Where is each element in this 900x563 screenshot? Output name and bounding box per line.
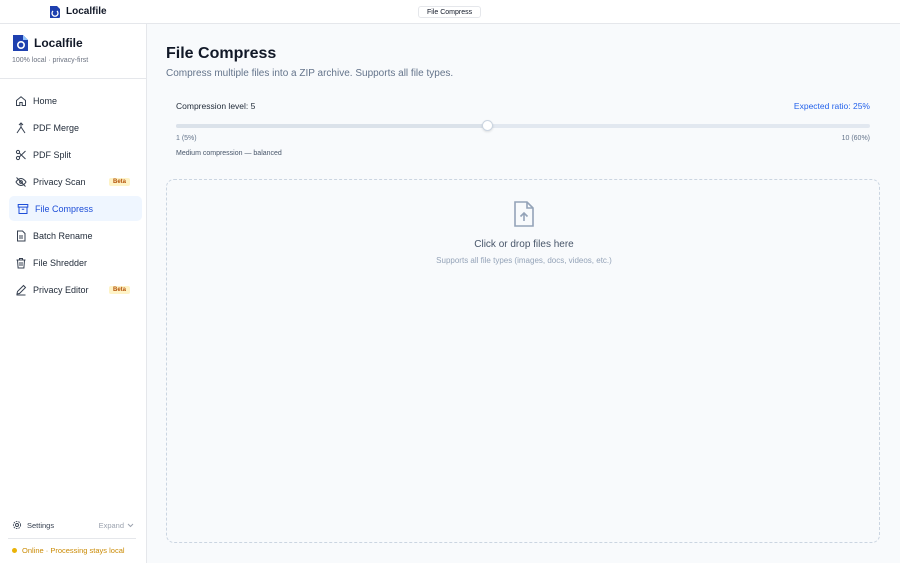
sidebar-item-label: Privacy Scan: [33, 176, 86, 187]
slider-min-label: 1 (5%): [176, 135, 197, 142]
page-title: File Compress: [166, 45, 277, 62]
expand-label: Expand: [98, 520, 124, 530]
status-dot-icon: [12, 548, 17, 553]
sidebar-item-label: Home: [33, 95, 58, 106]
beta-badge: Beta: [108, 177, 130, 186]
settings-row[interactable]: Settings Expand: [12, 520, 134, 530]
settings-label: Settings: [27, 520, 55, 530]
trash-icon: [15, 257, 27, 269]
sidebar-item-label: PDF Merge: [33, 122, 80, 133]
sidebar-item-file-shredder[interactable]: File Shredder: [9, 250, 142, 275]
title-bar: Localfile File Compress: [0, 0, 900, 24]
app-logo-icon: [50, 6, 60, 18]
file-upload-icon: [512, 200, 536, 228]
tab-file-compress[interactable]: File Compress: [418, 6, 482, 18]
scissors-icon: [15, 149, 27, 161]
beta-badge: Beta: [108, 285, 130, 294]
dropzone-title: Click or drop files here: [474, 239, 574, 250]
brand-name: Localfile: [34, 36, 83, 50]
sidebar-footer-divider: [8, 538, 136, 539]
home-icon: [15, 95, 27, 107]
brand: Localfile 100% local · privacy-first: [12, 34, 88, 64]
sidebar-item-pdf-split[interactable]: PDF Split: [9, 142, 142, 167]
expected-ratio: Expected ratio: 25%: [793, 101, 870, 111]
sidebar: Localfile 100% local · privacy-first Hom…: [0, 24, 147, 563]
sidebar-item-label: File Compress: [35, 203, 94, 214]
dropzone-subtitle: Supports all file types (images, docs, v…: [436, 256, 612, 265]
sidebar-item-home[interactable]: Home: [9, 88, 142, 113]
sidebar-item-privacy-editor[interactable]: Privacy Editor Beta: [9, 277, 142, 302]
sidebar-item-label: Batch Rename: [33, 230, 93, 241]
expand-toggle[interactable]: Expand: [99, 521, 134, 530]
compression-slider[interactable]: [176, 120, 870, 131]
compression-level-label: Compression level: 5: [176, 101, 256, 111]
sidebar-item-privacy-scan[interactable]: Privacy Scan Beta: [9, 169, 142, 194]
file-dropzone[interactable]: Click or drop files here Supports all fi…: [166, 179, 880, 543]
sidebar-item-file-compress[interactable]: File Compress: [9, 196, 142, 221]
brand-tagline: 100% local · privacy-first: [12, 57, 89, 64]
sidebar-nav: Home PDF Merge PDF Split Privacy Scan Be…: [9, 88, 142, 304]
sidebar-item-label: PDF Split: [33, 149, 72, 160]
chevron-down-icon: [127, 523, 134, 527]
sidebar-item-label: File Shredder: [33, 257, 88, 268]
compression-hint: Medium compression — balanced: [176, 150, 282, 157]
page-subtitle: Compress multiple files into a ZIP archi…: [166, 68, 454, 79]
merge-icon: [15, 121, 27, 134]
sidebar-item-pdf-merge[interactable]: PDF Merge: [9, 115, 142, 140]
status-text: Online · Processing stays local: [22, 546, 125, 555]
window-app: Localfile: [49, 5, 107, 18]
sidebar-item-label: Privacy Editor: [33, 284, 89, 295]
slider-fill: [176, 124, 485, 128]
slider-thumb[interactable]: [481, 120, 493, 131]
gear-icon: [12, 520, 22, 530]
archive-icon: [17, 203, 29, 215]
status-indicator: Online · Processing stays local: [12, 546, 125, 555]
sidebar-item-batch-rename[interactable]: Batch Rename: [9, 223, 142, 248]
eye-off-icon: [15, 176, 27, 188]
pencil-icon: [15, 284, 27, 296]
document-icon: [15, 230, 27, 242]
sidebar-divider: [0, 78, 146, 79]
slider-max-label: 10 (60%): [841, 135, 870, 142]
window-app-name: Localfile: [66, 6, 107, 17]
brand-logo-icon: [13, 35, 28, 51]
